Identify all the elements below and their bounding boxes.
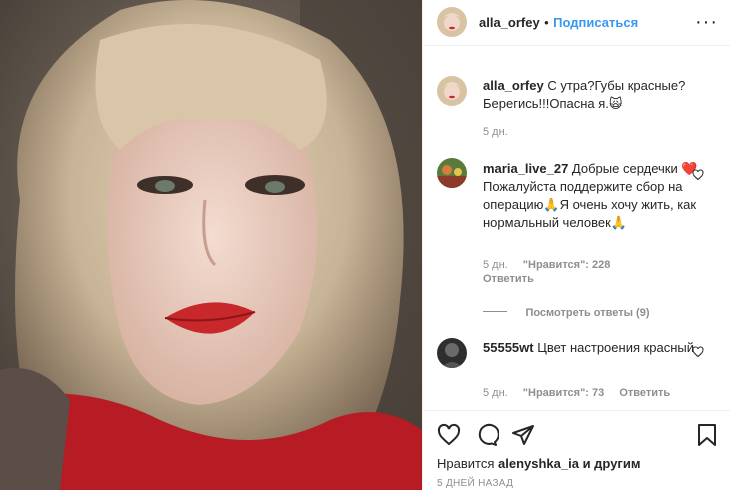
follow-button[interactable]: Подписаться [553,15,638,30]
author-avatar[interactable] [437,7,467,37]
comment-likes[interactable]: "Нравится": 73 [523,387,604,399]
comment-like-heart-icon[interactable] [692,169,704,181]
replies-divider [483,311,507,313]
post-sidebar: alla_orfey • Подписаться ··· alla_orfey … [422,0,730,490]
avatar-image [437,338,467,368]
comment-time[interactable]: 5 дн. [483,259,508,271]
comment-text: Цвет настроения красный [537,340,695,355]
comment-likes[interactable]: "Нравится": 228 [523,259,611,271]
post-timestamp[interactable]: 5 ДНЕЙ НАЗАД [437,478,513,489]
liked-by-others[interactable]: и другим [583,456,641,471]
comment-meta: 5 дн. "Нравится": 228 [483,259,610,271]
comment-avatar[interactable] [437,338,467,368]
liked-by: Нравится alenyshka_ia и другим [437,455,640,473]
caption-avatar[interactable] [437,76,467,106]
reply-button[interactable]: Ответить [483,273,534,285]
comment-like-heart-icon[interactable] [692,346,704,358]
caption-body: alla_orfey С утра?Губы красные? Берегись… [483,77,698,113]
comment-icon[interactable] [475,423,499,447]
avatar-image [437,7,467,37]
caption-time[interactable]: 5 дн. [483,126,508,138]
portrait-image [0,0,422,490]
share-icon[interactable] [511,423,535,447]
author-username[interactable]: alla_orfey [479,15,540,30]
view-replies-toggle[interactable]: Посмотреть ответы (9) [483,303,649,321]
liked-by-user[interactable]: alenyshka_ia [498,456,579,471]
comment-avatar[interactable] [437,158,467,188]
avatar-image [437,158,467,188]
reply-button[interactable]: Ответить [619,387,670,399]
avatar-image [437,76,467,106]
post-header: alla_orfey • Подписаться ··· [423,0,730,46]
comment-meta: 5 дн. "Нравится": 73 Ответить [483,387,670,399]
like-heart-icon[interactable] [437,423,461,447]
comment-body: 55555wt Цвет настроения красный [483,339,698,357]
comment-body: maria_live_27 Добрые сердечки ❤️ Пожалуй… [483,160,698,232]
separator-dot: • [544,15,549,30]
post-actions: Нравится alenyshka_ia и другим 5 ДНЕЙ НА… [423,410,730,491]
more-options-icon[interactable]: ··· [695,12,718,32]
post-photo[interactable] [0,0,422,490]
view-replies-label[interactable]: Посмотреть ответы (9) [525,307,649,319]
bookmark-icon[interactable] [696,423,718,447]
comment-time[interactable]: 5 дн. [483,387,508,399]
caption-username[interactable]: alla_orfey [483,78,544,93]
comment-username[interactable]: 55555wt [483,340,534,355]
liked-by-prefix: Нравится [437,456,495,471]
comment-username[interactable]: maria_live_27 [483,161,568,176]
